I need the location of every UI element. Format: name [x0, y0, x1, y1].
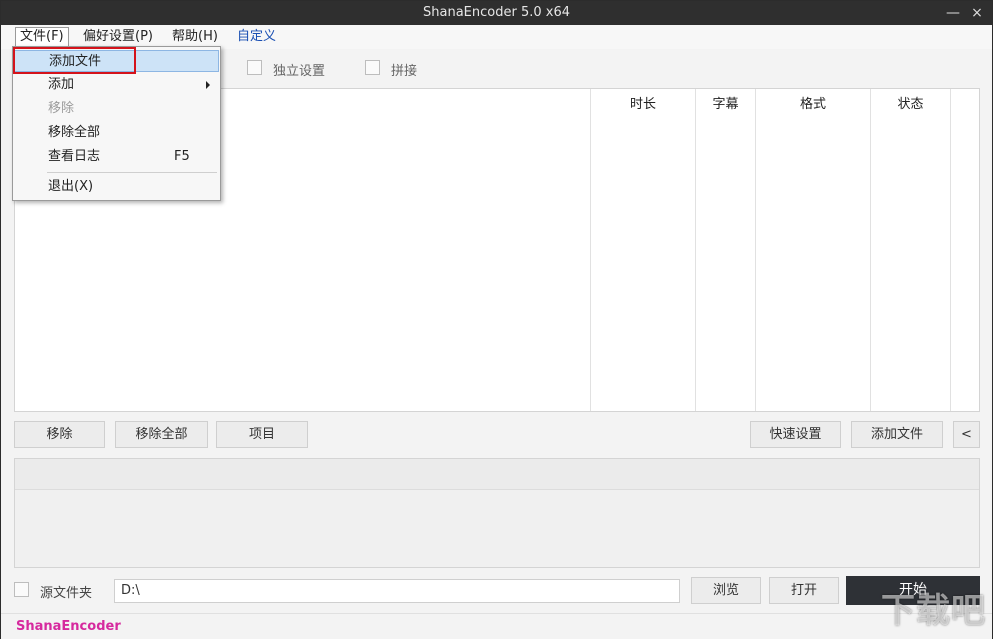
menu-item-remove-all[interactable]: 移除全部 [14, 122, 219, 144]
app-window: ShanaEncoder 5.0 x64 — × 文件(F) 偏好设置(P) 帮… [0, 0, 993, 639]
menu-item-exit[interactable]: 退出(X) [14, 176, 219, 198]
column-header-duration[interactable]: 时长 [591, 93, 695, 112]
menu-help[interactable]: 帮助(H) [168, 28, 222, 46]
add-file-button[interactable]: 添加文件 [851, 421, 943, 448]
title-bar: ShanaEncoder 5.0 x64 — × [1, 1, 992, 25]
column-divider [755, 89, 756, 411]
menu-item-label: 退出(X) [48, 179, 94, 194]
collapse-button[interactable]: < [953, 421, 980, 448]
minimize-button[interactable]: — [943, 3, 963, 23]
menu-item-view-log[interactable]: 查看日志 F5 [14, 146, 219, 168]
menu-item-label: 移除 [48, 101, 75, 116]
annotation-highlight-box [13, 47, 136, 74]
remove-all-button[interactable]: 移除全部 [115, 421, 208, 448]
column-header-status[interactable]: 状态 [871, 93, 950, 112]
menu-custom[interactable]: 自定义 [233, 28, 280, 46]
menu-file[interactable]: 文件(F) [15, 27, 69, 48]
menu-item-add[interactable]: 添加 [14, 74, 219, 96]
close-button[interactable]: × [967, 3, 987, 23]
open-button[interactable]: 打开 [769, 577, 839, 604]
watermark-logo: 下载吧 [881, 591, 986, 631]
menu-item-shortcut: F5 [174, 149, 190, 164]
independent-settings-checkbox[interactable] [247, 60, 262, 75]
menu-item-label: 移除全部 [48, 125, 101, 140]
source-folder-checkbox[interactable] [14, 582, 29, 597]
submenu-arrow-icon [206, 81, 210, 89]
column-header-subtitle[interactable]: 字幕 [696, 93, 755, 112]
independent-settings-label: 独立设置 [273, 64, 326, 79]
menu-preferences[interactable]: 偏好设置(P) [79, 28, 157, 46]
menu-item-label: 查看日志 [48, 149, 101, 164]
menu-item-remove[interactable]: 移除 [14, 98, 219, 120]
log-panel [14, 458, 980, 568]
join-checkbox[interactable] [365, 60, 380, 75]
status-bar: ShanaEncoder [1, 613, 992, 639]
browse-button[interactable]: 浏览 [691, 577, 761, 604]
column-divider [695, 89, 696, 411]
join-label: 拼接 [391, 64, 418, 79]
menu-separator [47, 172, 217, 173]
window-title: ShanaEncoder 5.0 x64 [423, 5, 570, 20]
column-divider [590, 89, 591, 411]
column-header-format[interactable]: 格式 [756, 93, 870, 112]
project-button[interactable]: 项目 [216, 421, 308, 448]
source-folder-label: 源文件夹 [40, 586, 93, 601]
brand-label: ShanaEncoder [16, 619, 121, 634]
quick-settings-button[interactable]: 快速设置 [750, 421, 841, 448]
menu-item-label: 添加 [48, 77, 75, 92]
output-path-input[interactable]: D:\ [114, 579, 680, 603]
column-divider [950, 89, 951, 411]
column-divider [870, 89, 871, 411]
remove-button[interactable]: 移除 [14, 421, 105, 448]
log-panel-header [15, 459, 979, 490]
